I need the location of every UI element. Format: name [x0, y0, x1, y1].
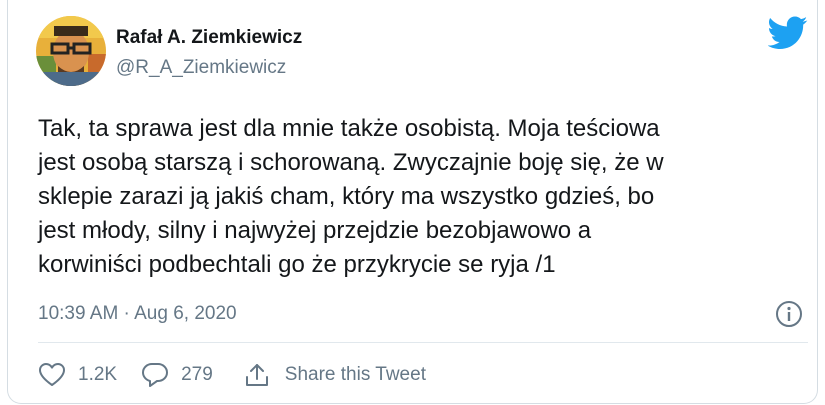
- tweet-card[interactable]: Rafał A. Ziemkiewicz @R_A_Ziemkiewicz Ta…: [7, 0, 818, 404]
- share-button[interactable]: Share this Tweet: [243, 362, 426, 388]
- tweet-actions: 1.2K 279 Share this Tweet: [38, 358, 426, 392]
- tweet-timestamp[interactable]: 10:39 AM · Aug 6, 2020: [38, 303, 237, 325]
- tweet-text-line: jest osobą starszą i schorowaną. Zwyczaj…: [38, 149, 664, 176]
- share-label: Share this Tweet: [284, 364, 426, 385]
- divider: [38, 342, 808, 343]
- twitter-bird-icon[interactable]: [768, 16, 808, 50]
- tweet-text-line: korwiniści podbechtali go że przykrycie …: [38, 251, 556, 278]
- avatar-image: [36, 16, 106, 86]
- reply-button[interactable]: 279: [141, 362, 213, 388]
- info-icon[interactable]: [774, 299, 804, 329]
- tweet-text-line: sklepie zarazi ją jakiś cham, który ma w…: [38, 183, 655, 210]
- like-count: 1.2K: [78, 364, 118, 385]
- reply-count: 279: [181, 364, 213, 385]
- comment-bubble-icon: [142, 363, 169, 387]
- tweet-text-line: jest młody, silny i najwyżej przejdzie b…: [38, 217, 592, 244]
- heart-icon: [39, 363, 65, 386]
- tweet-text: Tak, ta sprawa jest dla mnie także osobi…: [38, 112, 808, 282]
- like-button[interactable]: 1.2K: [38, 362, 117, 388]
- author-name[interactable]: Rafał A. Ziemkiewicz: [116, 27, 302, 49]
- tweet-text-line: Tak, ta sprawa jest dla mnie także osobi…: [38, 115, 660, 142]
- author-handle[interactable]: @R_A_Ziemkiewicz: [116, 57, 286, 79]
- share-icon: [245, 364, 268, 386]
- avatar[interactable]: [36, 16, 106, 86]
